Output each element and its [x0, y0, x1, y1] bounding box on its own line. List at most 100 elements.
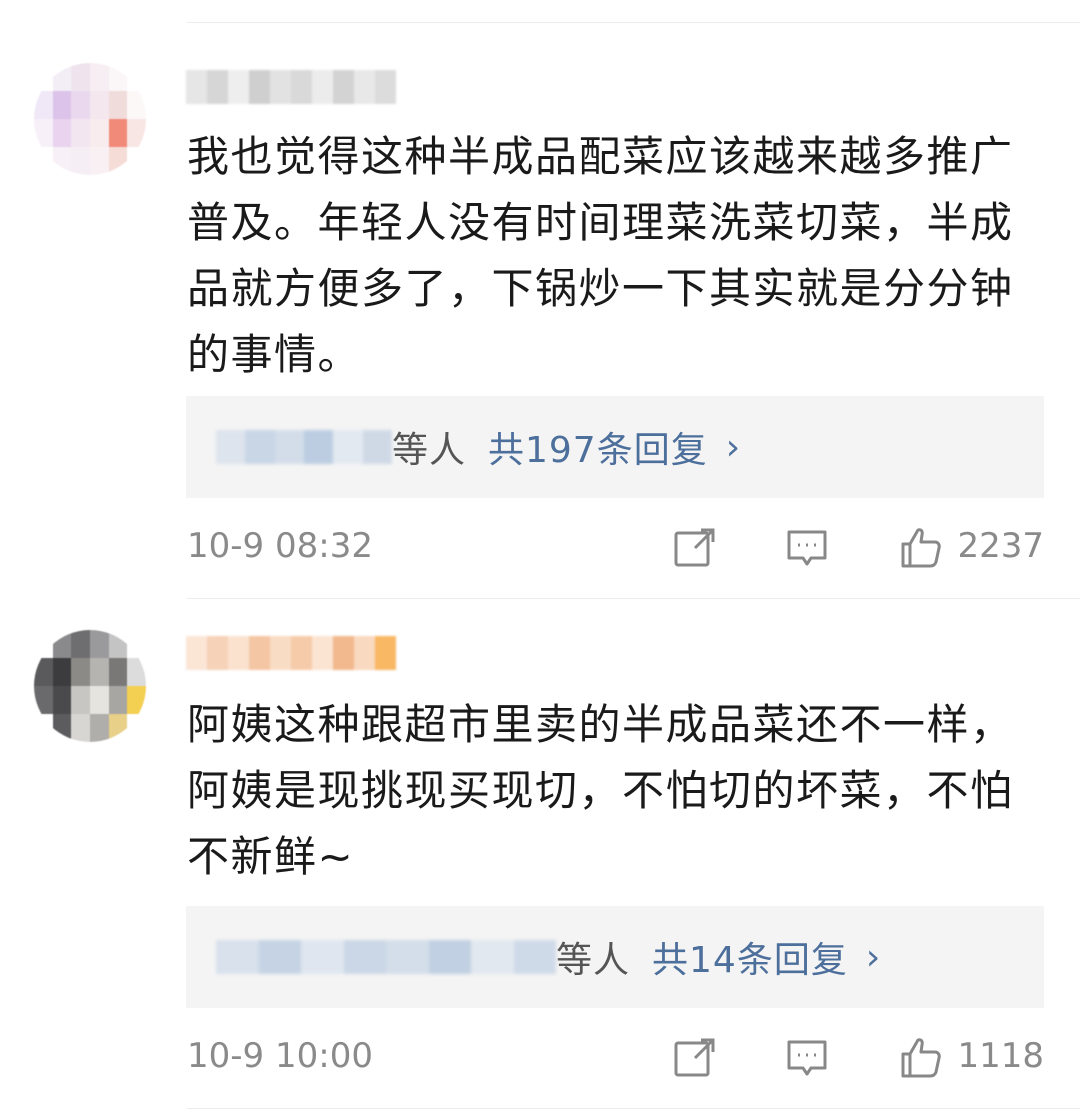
mosaic-cell: [34, 658, 53, 686]
comment-icon[interactable]: [785, 526, 829, 570]
share-icon[interactable]: [673, 526, 717, 570]
mosaic-cell: [249, 70, 270, 104]
comment-icon[interactable]: [785, 1036, 829, 1080]
mosaic-cell: [34, 686, 53, 714]
mosaic-cell: [127, 63, 146, 91]
chevron-right-icon[interactable]: ›: [726, 427, 740, 468]
mosaic-cell: [108, 119, 128, 147]
mosaic-cell: [108, 63, 128, 91]
reply-usernames-blurred: [216, 940, 556, 974]
mosaic-cell: [216, 940, 259, 974]
comment-meta: 10-9 08:32 2237: [187, 520, 1044, 576]
mosaic-cell: [108, 714, 128, 742]
mosaic-cell: [303, 430, 334, 464]
timestamp: 10-9 08:32: [187, 526, 373, 566]
username-blurred[interactable]: [186, 70, 396, 104]
mosaic-cell: [52, 63, 72, 91]
mosaic-cell: [108, 630, 128, 658]
mosaic-cell: [312, 70, 333, 104]
thumbs-up-icon[interactable]: [899, 1036, 943, 1080]
comment-divider: [187, 598, 1080, 599]
replies-panel[interactable]: 等人 共197条回复 ›: [186, 396, 1044, 498]
avatar[interactable]: [34, 630, 146, 742]
replies-panel[interactable]: 等人 共14条回复 ›: [186, 906, 1044, 1008]
comment-text-line: 的事情。: [187, 330, 362, 379]
mosaic-cell: [52, 147, 72, 175]
chevron-right-icon[interactable]: ›: [866, 937, 880, 978]
mosaic-cell: [89, 714, 109, 742]
comment-text-line: 我也觉得这种半成品配菜应该越来越多推广: [187, 132, 1014, 181]
comment-text: 阿姨这种跟超市里卖的半成品菜还不一样， 阿姨是现挑现买现切，不怕切的坏菜，不怕 …: [187, 692, 1047, 890]
mosaic-cell: [249, 636, 270, 670]
mosaic-cell: [71, 714, 90, 742]
reply-count-link[interactable]: 共197条回复: [488, 421, 708, 473]
comment-meta: 10-9 10:00 1118: [187, 1030, 1044, 1086]
comment-divider: [187, 1108, 1080, 1109]
mosaic-cell: [34, 63, 53, 91]
mosaic-cell: [207, 636, 228, 670]
mosaic-cell: [186, 636, 207, 670]
mosaic-cell: [89, 630, 109, 658]
reply-usernames-blurred: [216, 430, 392, 464]
mosaic-cell: [89, 686, 109, 714]
like-count: 2237: [957, 526, 1044, 566]
mosaic-cell: [71, 63, 90, 91]
mosaic-cell: [333, 636, 354, 670]
mosaic-cell: [71, 686, 90, 714]
mosaic-cell: [127, 147, 146, 175]
mosaic-cell: [52, 119, 72, 147]
mosaic-cell: [34, 714, 53, 742]
mosaic-cell: [108, 91, 128, 119]
mosaic-cell: [274, 430, 304, 464]
mosaic-cell: [354, 70, 375, 104]
mosaic-cell: [333, 430, 363, 464]
comment-text-line: 品就方便多了，下锅炒一下其实就是分分钟: [187, 264, 1014, 313]
mosaic-cell: [127, 714, 146, 742]
mosaic-cell: [108, 147, 128, 175]
mosaic-cell: [127, 119, 146, 147]
share-icon[interactable]: [673, 1036, 717, 1080]
mosaic-cell: [89, 91, 109, 119]
reply-etc-label: 等人: [391, 430, 466, 471]
mosaic-cell: [228, 636, 249, 670]
comment-text-line: 不新鲜~: [187, 832, 355, 881]
mosaic-cell: [428, 940, 471, 974]
mosaic-cell: [207, 70, 228, 104]
mosaic-cell: [34, 630, 53, 658]
reply-etc-label: 等人: [556, 940, 631, 981]
mosaic-cell: [270, 636, 291, 670]
mosaic-cell: [471, 940, 514, 974]
username-blurred[interactable]: [186, 636, 396, 670]
thumbs-up-icon[interactable]: [899, 526, 943, 570]
mosaic-cell: [270, 70, 291, 104]
mosaic-cell: [127, 630, 146, 658]
mosaic-cell: [71, 91, 90, 119]
mosaic-cell: [52, 714, 72, 742]
top-divider: [187, 22, 1080, 23]
mosaic-cell: [343, 940, 386, 974]
mosaic-cell: [71, 147, 90, 175]
avatar[interactable]: [34, 63, 146, 175]
comment-text-line: 普及。年轻人没有时间理菜洗菜切菜，半成: [187, 198, 1014, 247]
mosaic-cell: [216, 430, 246, 464]
timestamp: 10-9 10:00: [187, 1036, 373, 1076]
mosaic-cell: [52, 630, 72, 658]
mosaic-cell: [34, 147, 53, 175]
comment-text-line: 阿姨是现挑现买现切，不怕切的坏菜，不怕: [187, 766, 1014, 815]
mosaic-cell: [127, 686, 146, 714]
mosaic-cell: [52, 91, 72, 119]
mosaic-cell: [52, 686, 72, 714]
mosaic-cell: [89, 119, 109, 147]
reply-count-link[interactable]: 共14条回复: [652, 931, 848, 983]
mosaic-cell: [228, 70, 249, 104]
mosaic-cell: [375, 636, 396, 670]
mosaic-cell: [89, 63, 109, 91]
mosaic-cell: [108, 686, 128, 714]
mosaic-cell: [89, 147, 109, 175]
mosaic-cell: [52, 658, 72, 686]
mosaic-cell: [301, 940, 344, 974]
mosaic-cell: [375, 70, 396, 104]
mosaic-cell: [291, 636, 312, 670]
mosaic-cell: [127, 658, 146, 686]
mosaic-cell: [291, 70, 312, 104]
